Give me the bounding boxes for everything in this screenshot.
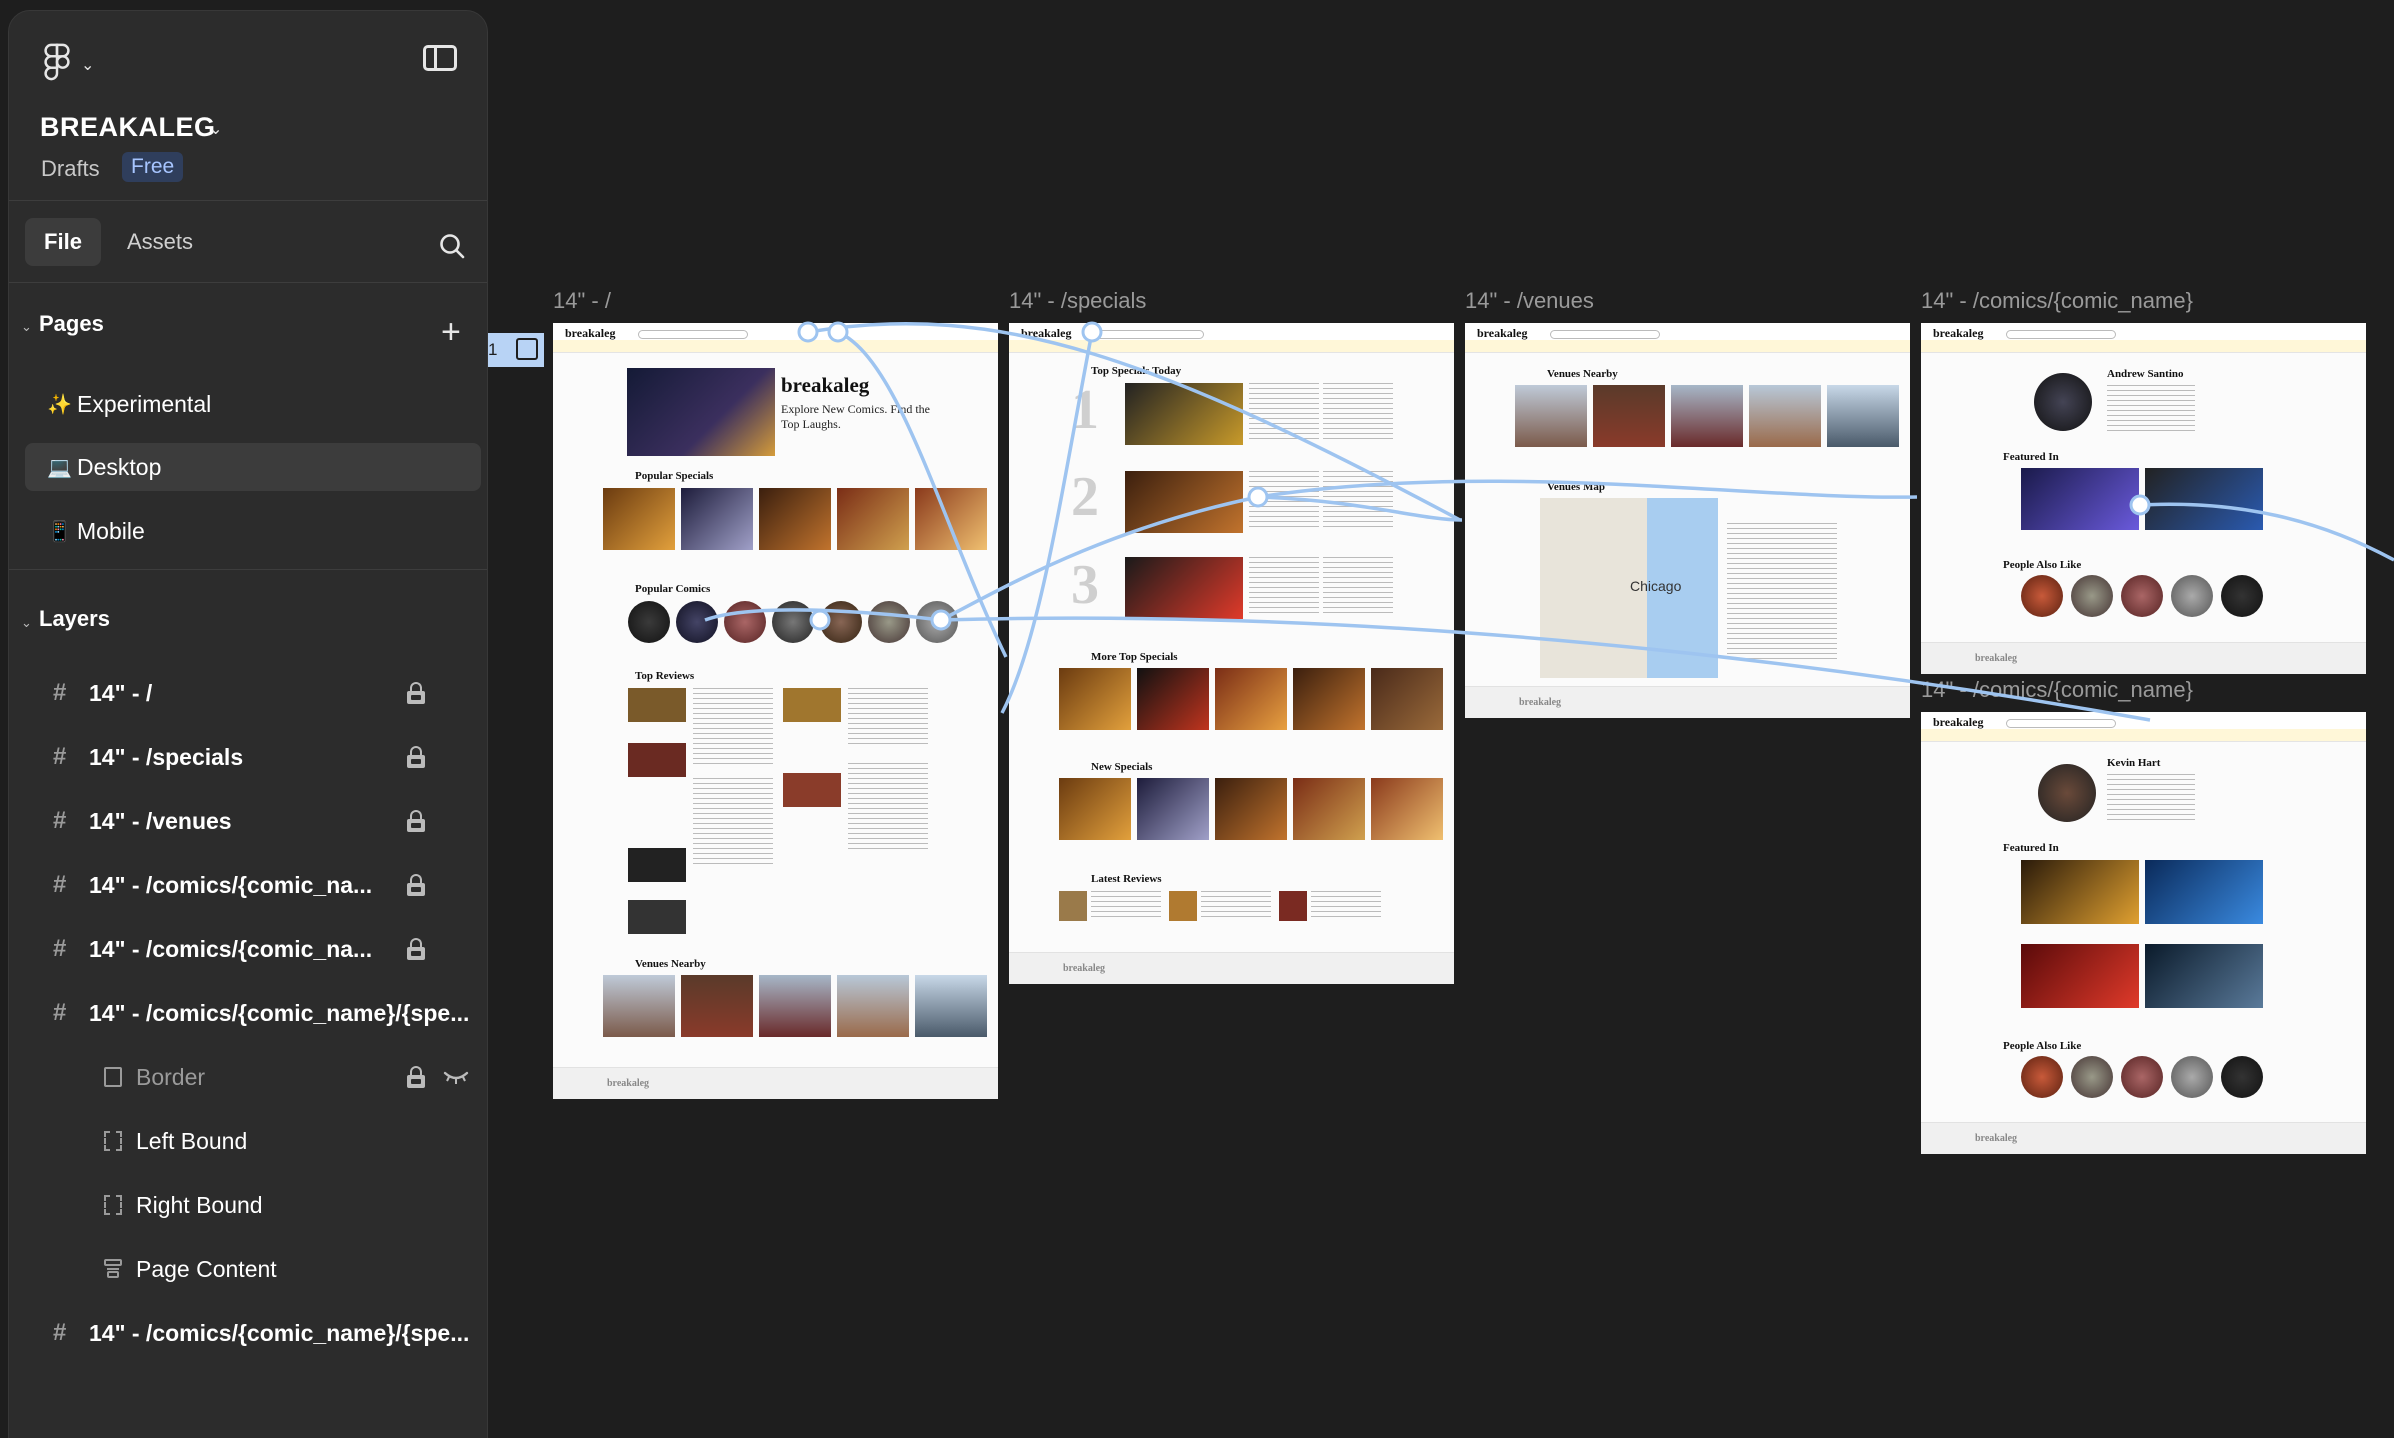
layer-item[interactable]: # 14" - /venues bbox=[9, 797, 487, 845]
prototype-link bbox=[1000, 331, 1094, 714]
pages-collapse-chevron-icon[interactable]: ⌄ bbox=[21, 319, 32, 335]
layer-label: 14" - /venues bbox=[89, 807, 232, 834]
layer-label: 14" - /comics/{comic_name}/{spe... bbox=[89, 1319, 470, 1346]
layer-label: Page Content bbox=[136, 1255, 277, 1282]
tab-file[interactable]: File bbox=[25, 218, 101, 266]
toggle-sidebar-icon[interactable] bbox=[423, 45, 457, 71]
dashed-frame-icon bbox=[104, 1195, 122, 1215]
plan-badge[interactable]: Free bbox=[122, 152, 184, 182]
divider bbox=[9, 282, 487, 283]
page-item-experimental[interactable]: ✨ Experimental bbox=[25, 380, 481, 428]
prototype-link bbox=[940, 495, 1259, 622]
auto-layout-icon bbox=[104, 1259, 122, 1278]
prototype-link bbox=[1257, 495, 1463, 522]
design-canvas[interactable]: 14" - / breakaleg breakaleg Explore New … bbox=[0, 0, 2394, 1438]
layer-label: 14" - /comics/{comic_na... bbox=[89, 935, 373, 962]
laptop-icon: 💻 bbox=[47, 456, 72, 479]
frame-icon: # bbox=[53, 871, 67, 898]
layer-item-child[interactable]: Left Bound bbox=[9, 1117, 487, 1165]
layer-item[interactable]: # 14" - /comics/{comic_na... bbox=[9, 861, 487, 909]
prototype-link bbox=[1257, 479, 1918, 499]
connection-node bbox=[1081, 321, 1103, 343]
layer-label: 14" - / bbox=[89, 679, 153, 706]
frame-icon: # bbox=[53, 743, 67, 770]
layer-item-child[interactable]: Right Bound bbox=[9, 1181, 487, 1229]
frame-icon: # bbox=[53, 679, 67, 706]
figma-logo-icon[interactable] bbox=[42, 43, 72, 81]
rectangle-icon bbox=[104, 1067, 122, 1087]
page-item-label: Experimental bbox=[77, 390, 212, 417]
connection-node bbox=[827, 321, 849, 343]
mobile-phone-icon: 📱 bbox=[47, 520, 72, 543]
layers-section-title[interactable]: Layers bbox=[39, 606, 110, 632]
frame-icon: # bbox=[53, 807, 67, 834]
layer-label: 14" - /comics/{comic_na... bbox=[89, 871, 373, 898]
lock-icon[interactable] bbox=[407, 874, 425, 896]
connection-node bbox=[930, 609, 952, 631]
connection-node bbox=[2129, 494, 2151, 516]
sparkles-icon: ✨ bbox=[47, 393, 72, 416]
connection-node bbox=[809, 609, 831, 631]
layer-item[interactable]: # 14" - /specials bbox=[9, 733, 487, 781]
frame-icon: # bbox=[53, 999, 67, 1026]
left-sidebar: ⌄ BREAKALEG ⌄ Drafts Free File Assets ⌄ … bbox=[8, 10, 488, 1438]
layer-label: 14" - /specials bbox=[89, 743, 244, 770]
project-menu-chevron-icon[interactable]: ⌄ bbox=[209, 119, 222, 139]
prototype-link bbox=[940, 616, 2151, 722]
layer-item[interactable]: # 14" - /comics/{comic_name}/{spe... bbox=[9, 989, 487, 1037]
layer-item[interactable]: # 14" - /comics/{comic_name}/{spe... bbox=[9, 1309, 487, 1357]
pages-section-title[interactable]: Pages bbox=[39, 311, 104, 337]
page-item-label: Desktop bbox=[77, 453, 162, 480]
tab-assets[interactable]: Assets bbox=[127, 218, 193, 266]
flow-start-number: 1 bbox=[488, 340, 498, 359]
connection-node bbox=[1247, 486, 1269, 508]
lock-icon[interactable] bbox=[407, 682, 425, 704]
layer-label: Left Bound bbox=[136, 1127, 248, 1154]
prototype-link bbox=[837, 330, 1008, 658]
project-title[interactable]: BREAKALEG bbox=[40, 112, 216, 143]
layer-item[interactable]: # 14" - / bbox=[9, 669, 487, 717]
flow-start-badge[interactable]: 1 bbox=[488, 333, 544, 367]
layer-item-child[interactable]: Border bbox=[9, 1053, 487, 1101]
page-item-label: Mobile bbox=[77, 517, 145, 544]
layer-label: Right Bound bbox=[136, 1191, 263, 1218]
page-item-desktop[interactable]: 💻 Desktop bbox=[25, 443, 481, 491]
add-page-icon[interactable]: + bbox=[441, 315, 461, 349]
layer-item[interactable]: # 14" - /comics/{comic_na... bbox=[9, 925, 487, 973]
prototype-link bbox=[2139, 502, 2394, 562]
hidden-eye-icon[interactable] bbox=[443, 1065, 469, 1087]
layer-item-child[interactable]: Page Content bbox=[9, 1245, 487, 1293]
main-menu-chevron-icon[interactable]: ⌄ bbox=[81, 55, 94, 75]
lock-icon[interactable] bbox=[407, 810, 425, 832]
divider bbox=[9, 200, 487, 201]
search-icon[interactable] bbox=[439, 233, 465, 259]
page-item-mobile[interactable]: 📱 Mobile bbox=[25, 507, 481, 555]
project-location[interactable]: Drafts bbox=[41, 156, 100, 182]
divider bbox=[9, 569, 487, 570]
lock-icon[interactable] bbox=[407, 1066, 425, 1088]
connection-node bbox=[797, 321, 819, 343]
layers-collapse-chevron-icon[interactable]: ⌄ bbox=[21, 615, 32, 631]
layer-label: Border bbox=[136, 1063, 206, 1090]
frame-icon: # bbox=[53, 1319, 67, 1346]
layer-label: 14" - /comics/{comic_name}/{spe... bbox=[89, 999, 470, 1026]
dashed-frame-icon bbox=[104, 1131, 122, 1151]
frame-icon: # bbox=[53, 935, 67, 962]
lock-icon[interactable] bbox=[407, 938, 425, 960]
lock-icon[interactable] bbox=[407, 746, 425, 768]
flow-start-icon bbox=[516, 338, 538, 360]
